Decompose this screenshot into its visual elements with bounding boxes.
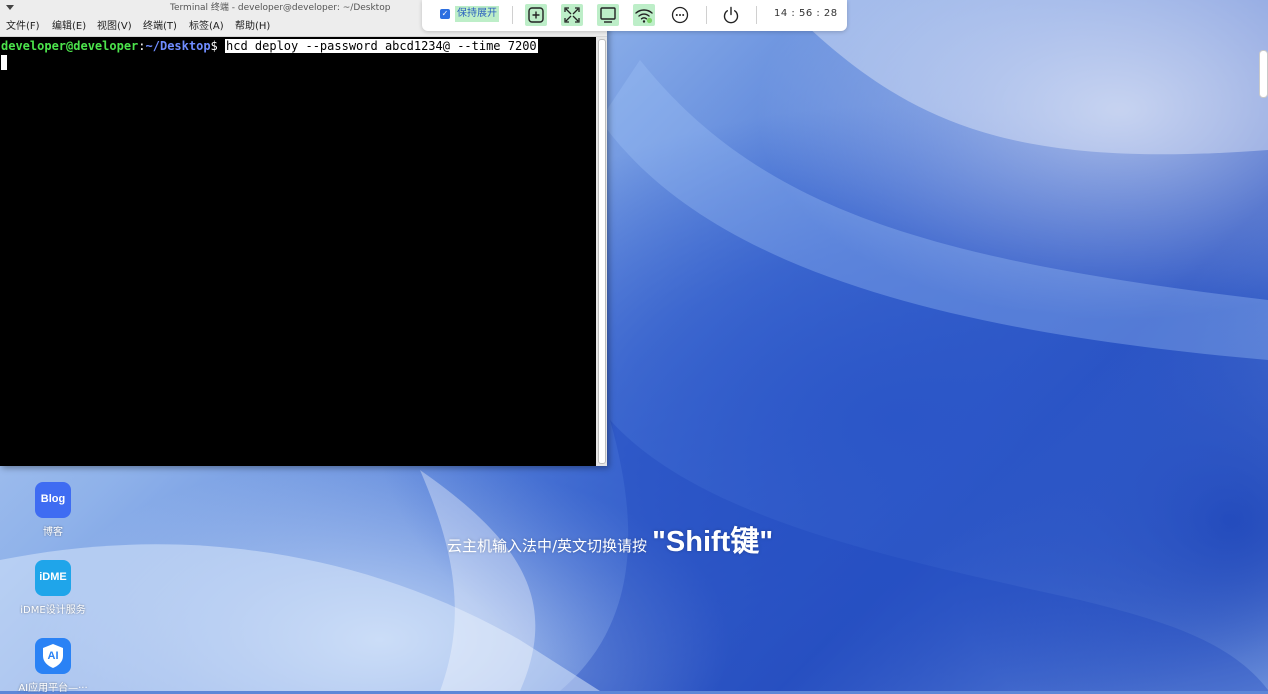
session-clock: 14 : 56 : 28 [774,8,838,19]
ai-tile-text: AI [47,650,59,662]
desktop-icon-label: iDME设计服务 [20,605,86,616]
terminal-scrollbar-thumb[interactable] [598,39,606,464]
power-icon[interactable] [720,4,742,26]
add-window-icon[interactable] [525,4,547,26]
monitor-icon[interactable] [597,4,619,26]
terminal-output[interactable]: developer@developer:~/Desktop$ hcd deplo… [0,37,596,466]
blog-icon[interactable]: Blog [35,482,71,518]
prompt-line: developer@developer:~/Desktop$ hcd deplo… [1,39,538,53]
wifi-icon[interactable] [633,4,655,26]
keep-expanded-checkbox[interactable]: ✓ [440,9,450,19]
window-menu-icon[interactable] [6,5,14,10]
toolbar-divider [756,6,757,24]
idme-icon[interactable]: iDME [35,560,71,596]
page-scrollbar-thumb[interactable] [1259,50,1268,98]
terminal-scrollbar[interactable] [596,37,607,466]
menu-terminal[interactable]: 终端(T) [143,17,177,36]
prompt-symbol: $ [210,39,225,53]
ime-hint-text: 云主机输入法中/英文切换请按 [447,537,648,555]
prompt-separator: : [138,39,146,53]
menu-view[interactable]: 视图(V) [97,17,132,36]
keep-expanded-label[interactable]: 保持展开 [455,6,499,22]
toolbar-divider [512,6,513,24]
selected-command[interactable]: hcd deploy --password abcd1234@ --time 7… [225,39,538,53]
menu-tabs[interactable]: 标签(A) [189,17,224,36]
ime-switch-hint: 云主机输入法中/英文切换请按 "Shift键" [447,518,773,560]
menu-help[interactable]: 帮助(H) [235,17,270,36]
terminal-window[interactable]: Terminal 终端 - developer@developer: ~/Des… [0,0,607,466]
fullscreen-icon[interactable] [561,4,583,26]
desktop-icon-label: AI应用平台—··· [18,683,88,694]
desktop-icon-label: 博客 [43,527,63,538]
blog-tile-text: Blog [40,493,66,505]
idme-tile-text: iDME [39,571,67,583]
remote-toolbar: ✓ 保持展开 14 : 56 : 28 [422,0,847,31]
toolbar-divider [706,6,707,24]
menu-edit[interactable]: 编辑(E) [52,17,86,36]
ime-hint-key: "Shift键" [652,526,774,558]
prompt-user: developer@developer [1,39,139,53]
prompt-path: ~/Desktop [145,39,211,53]
ai-platform-icon[interactable]: AI [35,638,71,674]
menu-file[interactable]: 文件(F) [6,17,40,36]
text-cursor [1,55,7,70]
more-icon[interactable] [669,4,691,26]
terminal-title: Terminal 终端 - developer@developer: ~/Des… [170,3,391,13]
